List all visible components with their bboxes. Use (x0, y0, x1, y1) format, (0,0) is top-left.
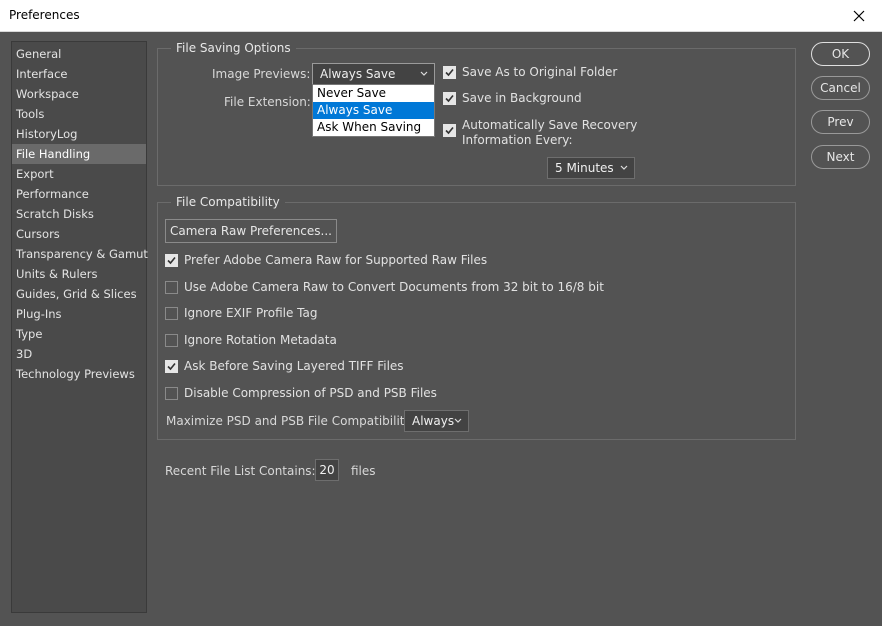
image-previews-value: Always Save (320, 67, 396, 81)
sidebar-item-type[interactable]: Type (12, 324, 146, 344)
recent-file-suffix: files (351, 464, 376, 478)
window-title: Preferences (9, 8, 80, 22)
sidebar-item-cursors[interactable]: Cursors (12, 224, 146, 244)
sidebar-item-performance[interactable]: Performance (12, 184, 146, 204)
prev-button[interactable]: Prev (811, 110, 870, 134)
chevron-down-icon (620, 165, 628, 170)
sidebar-item-units-rulers[interactable]: Units & Rulers (12, 264, 146, 284)
ignore-rotation-option[interactable]: Ignore Rotation Metadata (165, 333, 337, 348)
checkmark-icon (445, 94, 454, 103)
auto-save-interval-value: 5 Minutes (555, 161, 614, 175)
maximize-compatibility-value: Always (412, 414, 455, 428)
auto-save-interval-select[interactable]: 5 Minutes (547, 157, 635, 179)
close-button[interactable] (836, 0, 882, 32)
title-bar: Preferences (0, 0, 882, 32)
sidebar-item-plug-ins[interactable]: Plug-Ins (12, 304, 146, 324)
sidebar-item-file-handling[interactable]: File Handling (12, 144, 146, 164)
sidebar-item-export[interactable]: Export (12, 164, 146, 184)
save-as-original-folder-option[interactable]: Save As to Original Folder (443, 65, 617, 80)
prefer-camera-raw-option[interactable]: Prefer Adobe Camera Raw for Supported Ra… (165, 253, 487, 268)
auto-save-recovery-checkbox[interactable] (443, 124, 456, 137)
dropdown-option-always-save[interactable]: Always Save (313, 102, 434, 119)
ignore-exif-checkbox[interactable] (165, 307, 178, 320)
close-icon (853, 10, 865, 22)
camera-raw-preferences-button[interactable]: Camera Raw Preferences... (165, 219, 337, 243)
ignore-rotation-checkbox[interactable] (165, 334, 178, 347)
sidebar-item-scratch-disks[interactable]: Scratch Disks (12, 204, 146, 224)
file-compatibility-title: File Compatibility (171, 195, 285, 209)
save-in-background-option[interactable]: Save in Background (443, 91, 582, 106)
recent-file-list-label: Recent File List Contains: (165, 464, 316, 478)
recent-file-count-input[interactable]: 20 (315, 459, 339, 481)
checkmark-icon (445, 68, 454, 77)
disable-compression-label: Disable Compression of PSD and PSB Files (184, 386, 437, 400)
next-button[interactable]: Next (811, 145, 870, 169)
save-in-background-checkbox[interactable] (443, 92, 456, 105)
cancel-button[interactable]: Cancel (811, 76, 870, 100)
sidebar-item-tools[interactable]: Tools (12, 104, 146, 124)
prefer-camera-raw-checkbox[interactable] (165, 254, 178, 267)
file-extension-label: File Extension: (224, 95, 311, 109)
sidebar-item-transparency-gamut[interactable]: Transparency & Gamut (12, 244, 148, 264)
auto-save-recovery-option[interactable]: Automatically Save Recovery Information … (443, 118, 637, 148)
image-previews-label: Image Previews: (212, 67, 311, 81)
dropdown-option-ask-when-saving[interactable]: Ask When Saving (313, 119, 434, 136)
convert-32bit-option[interactable]: Use Adobe Camera Raw to Convert Document… (165, 280, 604, 295)
image-previews-dropdown-list: Never Save Always Save Ask When Saving (312, 84, 435, 137)
convert-32bit-label: Use Adobe Camera Raw to Convert Document… (184, 280, 604, 294)
save-in-background-label: Save in Background (462, 91, 582, 105)
image-previews-select[interactable]: Always Save (312, 63, 435, 85)
file-saving-options-title: File Saving Options (171, 41, 296, 55)
sidebar-item-interface[interactable]: Interface (12, 64, 146, 84)
sidebar-item-workspace[interactable]: Workspace (12, 84, 146, 104)
disable-compression-checkbox[interactable] (165, 387, 178, 400)
auto-save-recovery-label: Automatically Save Recovery Information … (462, 118, 637, 148)
checkmark-icon (445, 126, 454, 135)
chevron-down-icon (420, 71, 428, 76)
save-as-original-folder-checkbox[interactable] (443, 66, 456, 79)
ignore-rotation-label: Ignore Rotation Metadata (184, 333, 337, 347)
dropdown-option-never-save[interactable]: Never Save (313, 85, 434, 102)
ok-button[interactable]: OK (811, 42, 870, 66)
prefer-camera-raw-label: Prefer Adobe Camera Raw for Supported Ra… (184, 253, 488, 267)
ask-layered-tiff-option[interactable]: Ask Before Saving Layered TIFF Files (165, 359, 404, 374)
ignore-exif-option[interactable]: Ignore EXIF Profile Tag (165, 306, 317, 321)
convert-32bit-checkbox[interactable] (165, 281, 178, 294)
ignore-exif-label: Ignore EXIF Profile Tag (184, 306, 318, 320)
sidebar-item-historylog[interactable]: HistoryLog (12, 124, 146, 144)
sidebar-item-3d[interactable]: 3D (12, 344, 146, 364)
preferences-sidebar: General Interface Workspace Tools Histor… (11, 41, 148, 613)
maximize-compatibility-select[interactable]: Always (404, 410, 469, 432)
maximize-compatibility-label: Maximize PSD and PSB File Compatibility: (166, 414, 415, 428)
save-as-original-folder-label: Save As to Original Folder (462, 65, 618, 79)
sidebar-item-general[interactable]: General (12, 44, 146, 64)
sidebar-item-technology-previews[interactable]: Technology Previews (12, 364, 146, 384)
ask-layered-tiff-checkbox[interactable] (165, 360, 178, 373)
ask-layered-tiff-label: Ask Before Saving Layered TIFF Files (184, 359, 404, 373)
sidebar-item-guides-grid-slices[interactable]: Guides, Grid & Slices (12, 284, 146, 304)
checkmark-icon (167, 256, 176, 265)
auto-save-recovery-label-line1: Automatically Save Recovery (462, 118, 638, 132)
auto-save-recovery-label-line2: Information Every: (462, 133, 573, 147)
checkmark-icon (167, 362, 176, 371)
chevron-down-icon (454, 418, 462, 423)
disable-compression-option[interactable]: Disable Compression of PSD and PSB Files (165, 386, 437, 401)
